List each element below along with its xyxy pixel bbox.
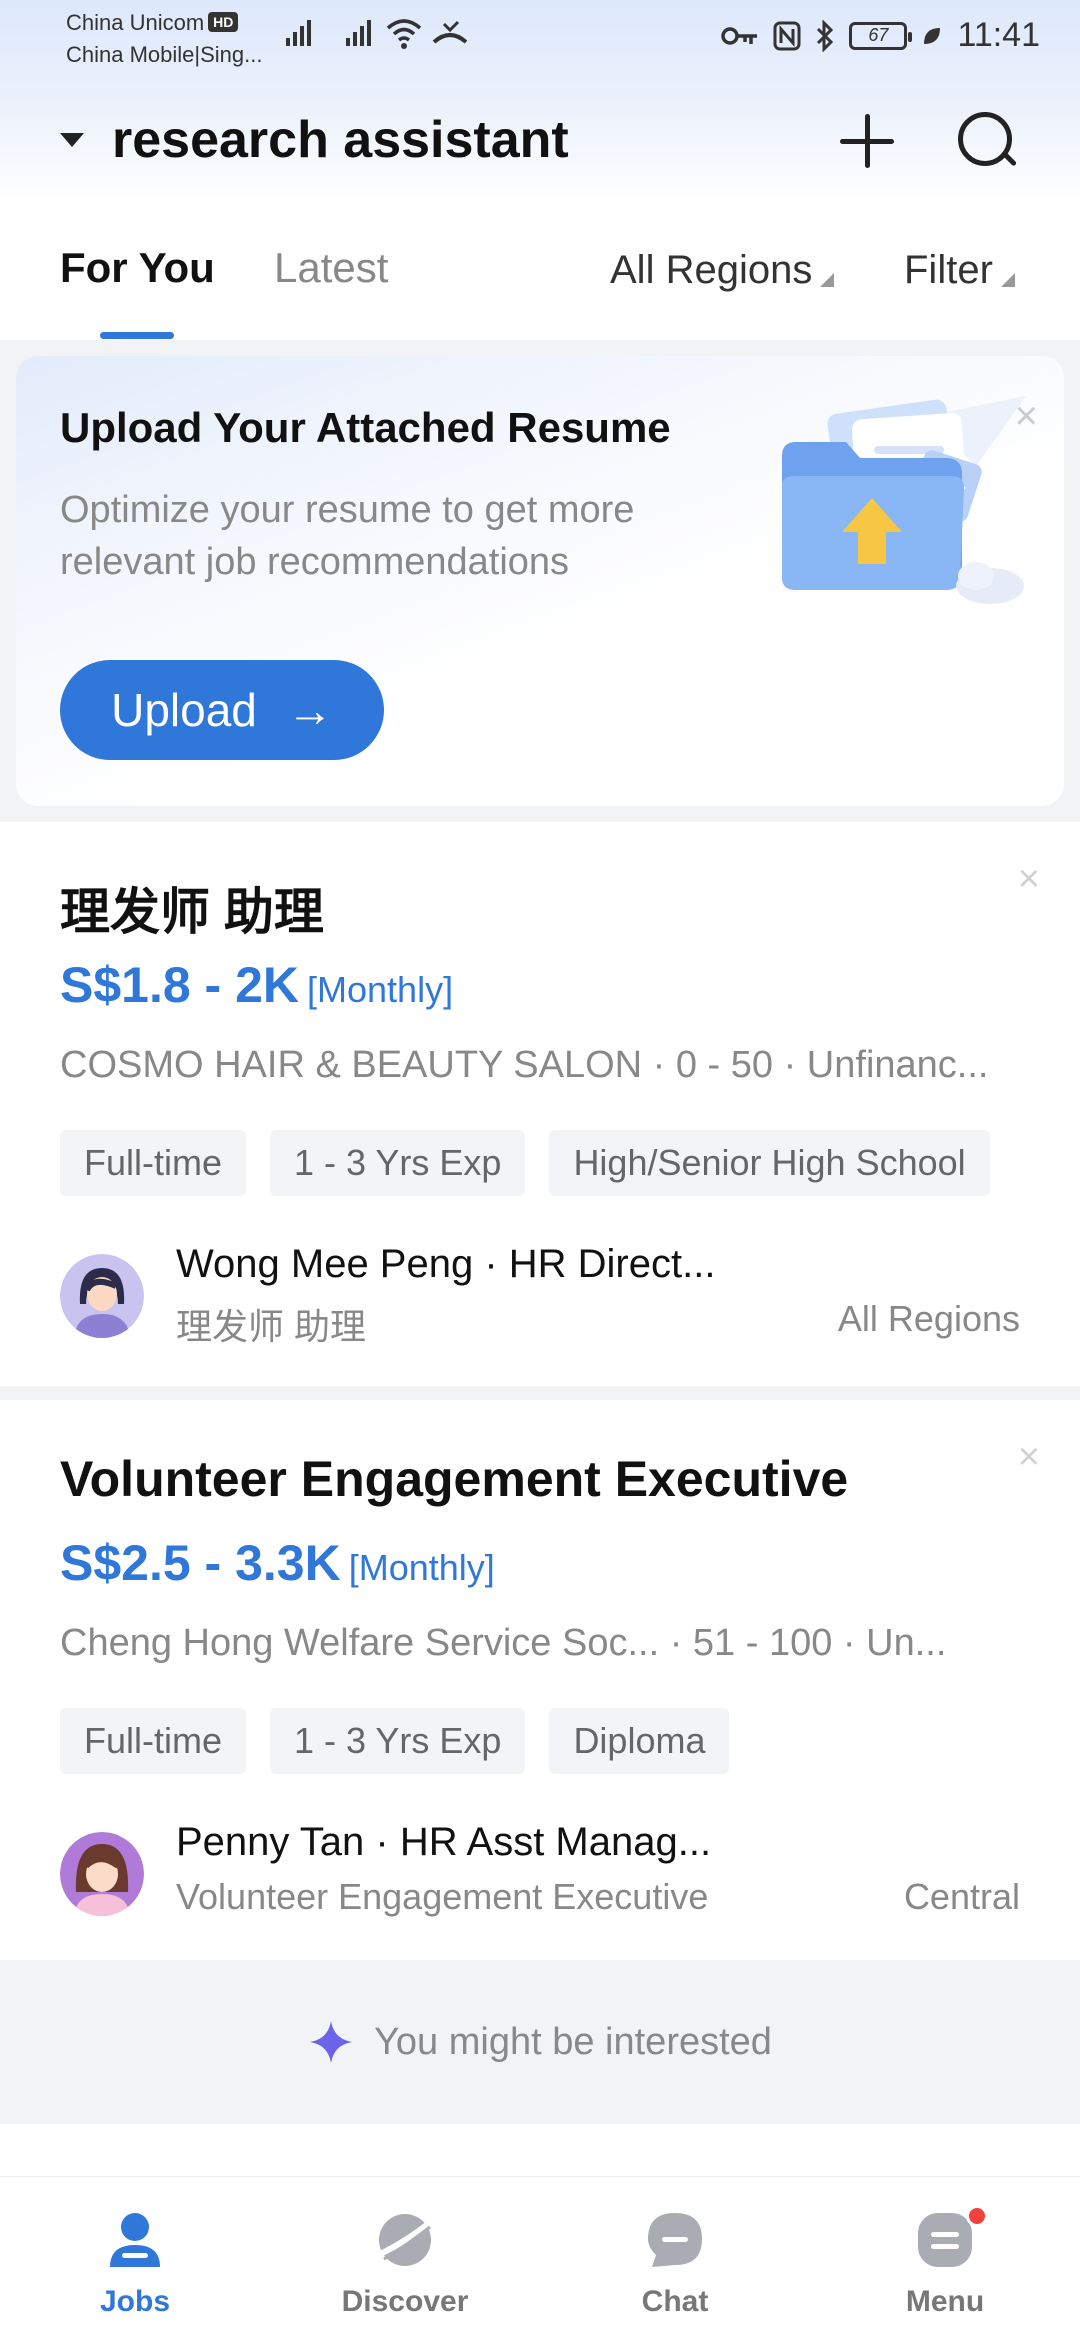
job-salary: S$1.8 - 2K [Monthly] xyxy=(60,956,453,1014)
missed-call-icon xyxy=(432,20,468,44)
filter-dropdown[interactable]: Filter xyxy=(904,248,1015,293)
upload-card-subtitle: Optimize your resume to get more relevan… xyxy=(60,489,635,583)
job-tags: Full-time 1 - 3 Yrs Exp High/Senior High… xyxy=(60,1130,990,1196)
job-card[interactable] xyxy=(0,2124,1080,2184)
salary-period: [Monthly] xyxy=(348,1547,495,1588)
signal-icon xyxy=(346,20,371,46)
nav-discover-label: Discover xyxy=(341,2285,469,2318)
tab-bar: For You Latest All Regions Filter xyxy=(0,200,1080,340)
nfc-icon xyxy=(773,21,801,50)
salary-amount: S$2.5 - 3.3K xyxy=(60,1535,341,1591)
status-bar: China UnicomHD China Mobile|Sing... 67 xyxy=(0,0,1080,78)
signal-icon xyxy=(286,20,311,46)
recruiter-name: Wong Mee Peng · HR Direct... xyxy=(176,1242,716,1286)
notification-dot xyxy=(966,2205,988,2227)
recruiter-job: 理发师 助理 xyxy=(176,1306,367,1347)
nav-jobs[interactable]: Jobs xyxy=(0,2177,270,2340)
salary-period: [Monthly] xyxy=(307,969,454,1010)
recruiter-row: Wong Mee Peng · HR Direct... 理发师 助理 All … xyxy=(60,1242,1020,1362)
bluetooth-icon xyxy=(817,19,834,52)
close-icon[interactable]: × xyxy=(1018,858,1040,901)
job-tag: Diploma xyxy=(549,1708,730,1774)
clock: 11:41 xyxy=(957,16,1040,54)
person-icon xyxy=(110,2213,160,2267)
dropdown-triangle-icon xyxy=(820,273,835,287)
job-tag: 1 - 3 Yrs Exp xyxy=(270,1708,526,1774)
job-region: All Regions xyxy=(837,1298,1020,1339)
nav-chat-label: Chat xyxy=(641,2285,709,2318)
nav-menu-label: Menu xyxy=(905,2285,985,2318)
dropdown-triangle-icon xyxy=(1000,273,1015,287)
tab-active-indicator xyxy=(100,332,174,339)
interest-text: You might be interested xyxy=(374,2020,772,2063)
planet-icon xyxy=(376,2214,434,2266)
arrow-right-icon: → xyxy=(286,684,333,736)
sparkle-icon xyxy=(310,2021,353,2063)
company-info: Cheng Hong Welfare Service Soc... · 51 -… xyxy=(60,1622,947,1664)
wifi-icon xyxy=(386,19,422,49)
add-button[interactable] xyxy=(836,110,898,172)
battery-icon: 67 xyxy=(849,21,913,50)
nav-discover[interactable]: Discover xyxy=(270,2177,540,2340)
salary-amount: S$1.8 - 2K xyxy=(60,957,300,1013)
carrier-primary-label: China Unicom xyxy=(66,10,205,35)
status-right: 67 11:41 xyxy=(721,16,1040,55)
carrier-secondary: China Mobile|Sing... xyxy=(66,42,263,67)
job-title: 理发师 助理 xyxy=(60,884,324,940)
job-region: Central xyxy=(903,1876,1020,1917)
leaf-icon xyxy=(924,27,941,44)
job-tag: Full-time xyxy=(60,1130,247,1196)
job-salary: S$2.5 - 3.3K [Monthly] xyxy=(60,1534,495,1592)
search-bar[interactable]: research assistant xyxy=(0,100,1080,190)
close-icon[interactable]: × xyxy=(1015,394,1038,439)
resume-folder-icon: PDF xyxy=(782,396,1026,604)
key-icon xyxy=(721,26,758,45)
job-card[interactable]: 理发师 助理 × S$1.8 - 2K [Monthly] COSMO HAIR … xyxy=(0,822,1080,1386)
chevron-down-icon[interactable] xyxy=(60,133,84,147)
upload-button[interactable]: Upload → xyxy=(60,660,384,760)
job-tags: Full-time 1 - 3 Yrs Exp Diploma xyxy=(60,1708,730,1774)
job-card[interactable]: Volunteer Engagement Executive × S$2.5 -… xyxy=(0,1400,1080,1960)
upload-button-label: Upload xyxy=(111,684,257,736)
nav-menu[interactable]: Menu xyxy=(810,2177,1080,2340)
upload-card-title: Upload Your Attached Resume xyxy=(60,404,671,451)
tab-latest[interactable]: Latest xyxy=(274,244,388,292)
avatar xyxy=(60,1832,144,1916)
job-tag: 1 - 3 Yrs Exp xyxy=(270,1130,526,1196)
job-tag: Full-time xyxy=(60,1708,247,1774)
battery-level: 67 xyxy=(868,25,889,45)
job-title: Volunteer Engagement Executive xyxy=(60,1451,849,1507)
bottom-navigation: Jobs Discover Chat Menu xyxy=(0,2176,1080,2340)
regions-dropdown[interactable]: All Regions xyxy=(610,248,835,293)
regions-dropdown-label: All Regions xyxy=(610,248,813,292)
recruiter-job: Volunteer Engagement Executive xyxy=(176,1876,709,1917)
interest-banner: You might be interested xyxy=(0,1960,1080,2124)
search-query[interactable]: research assistant xyxy=(112,110,569,170)
carrier-primary: China Unicom HD xyxy=(66,10,239,36)
nav-chat[interactable]: Chat xyxy=(540,2177,810,2340)
filter-dropdown-label: Filter xyxy=(904,248,993,292)
nav-jobs-label: Jobs xyxy=(99,2285,171,2318)
tab-for-you[interactable]: For You xyxy=(60,244,215,292)
avatar xyxy=(60,1254,144,1338)
recruiter-row: Penny Tan · HR Asst Manag... Volunteer E… xyxy=(60,1820,1020,1940)
upload-resume-card: PDF × Upload Your Attached Resume Optimi… xyxy=(16,356,1064,806)
job-tag: High/Senior High School xyxy=(549,1130,990,1196)
close-icon[interactable]: × xyxy=(1018,1436,1040,1479)
chat-icon xyxy=(648,2213,702,2267)
hd-badge: HD xyxy=(208,12,239,32)
recruiter-name: Penny Tan · HR Asst Manag... xyxy=(176,1820,712,1864)
search-button[interactable] xyxy=(954,108,1020,174)
company-info: COSMO HAIR & BEAUTY SALON · 0 - 50 · Unf… xyxy=(60,1044,989,1086)
